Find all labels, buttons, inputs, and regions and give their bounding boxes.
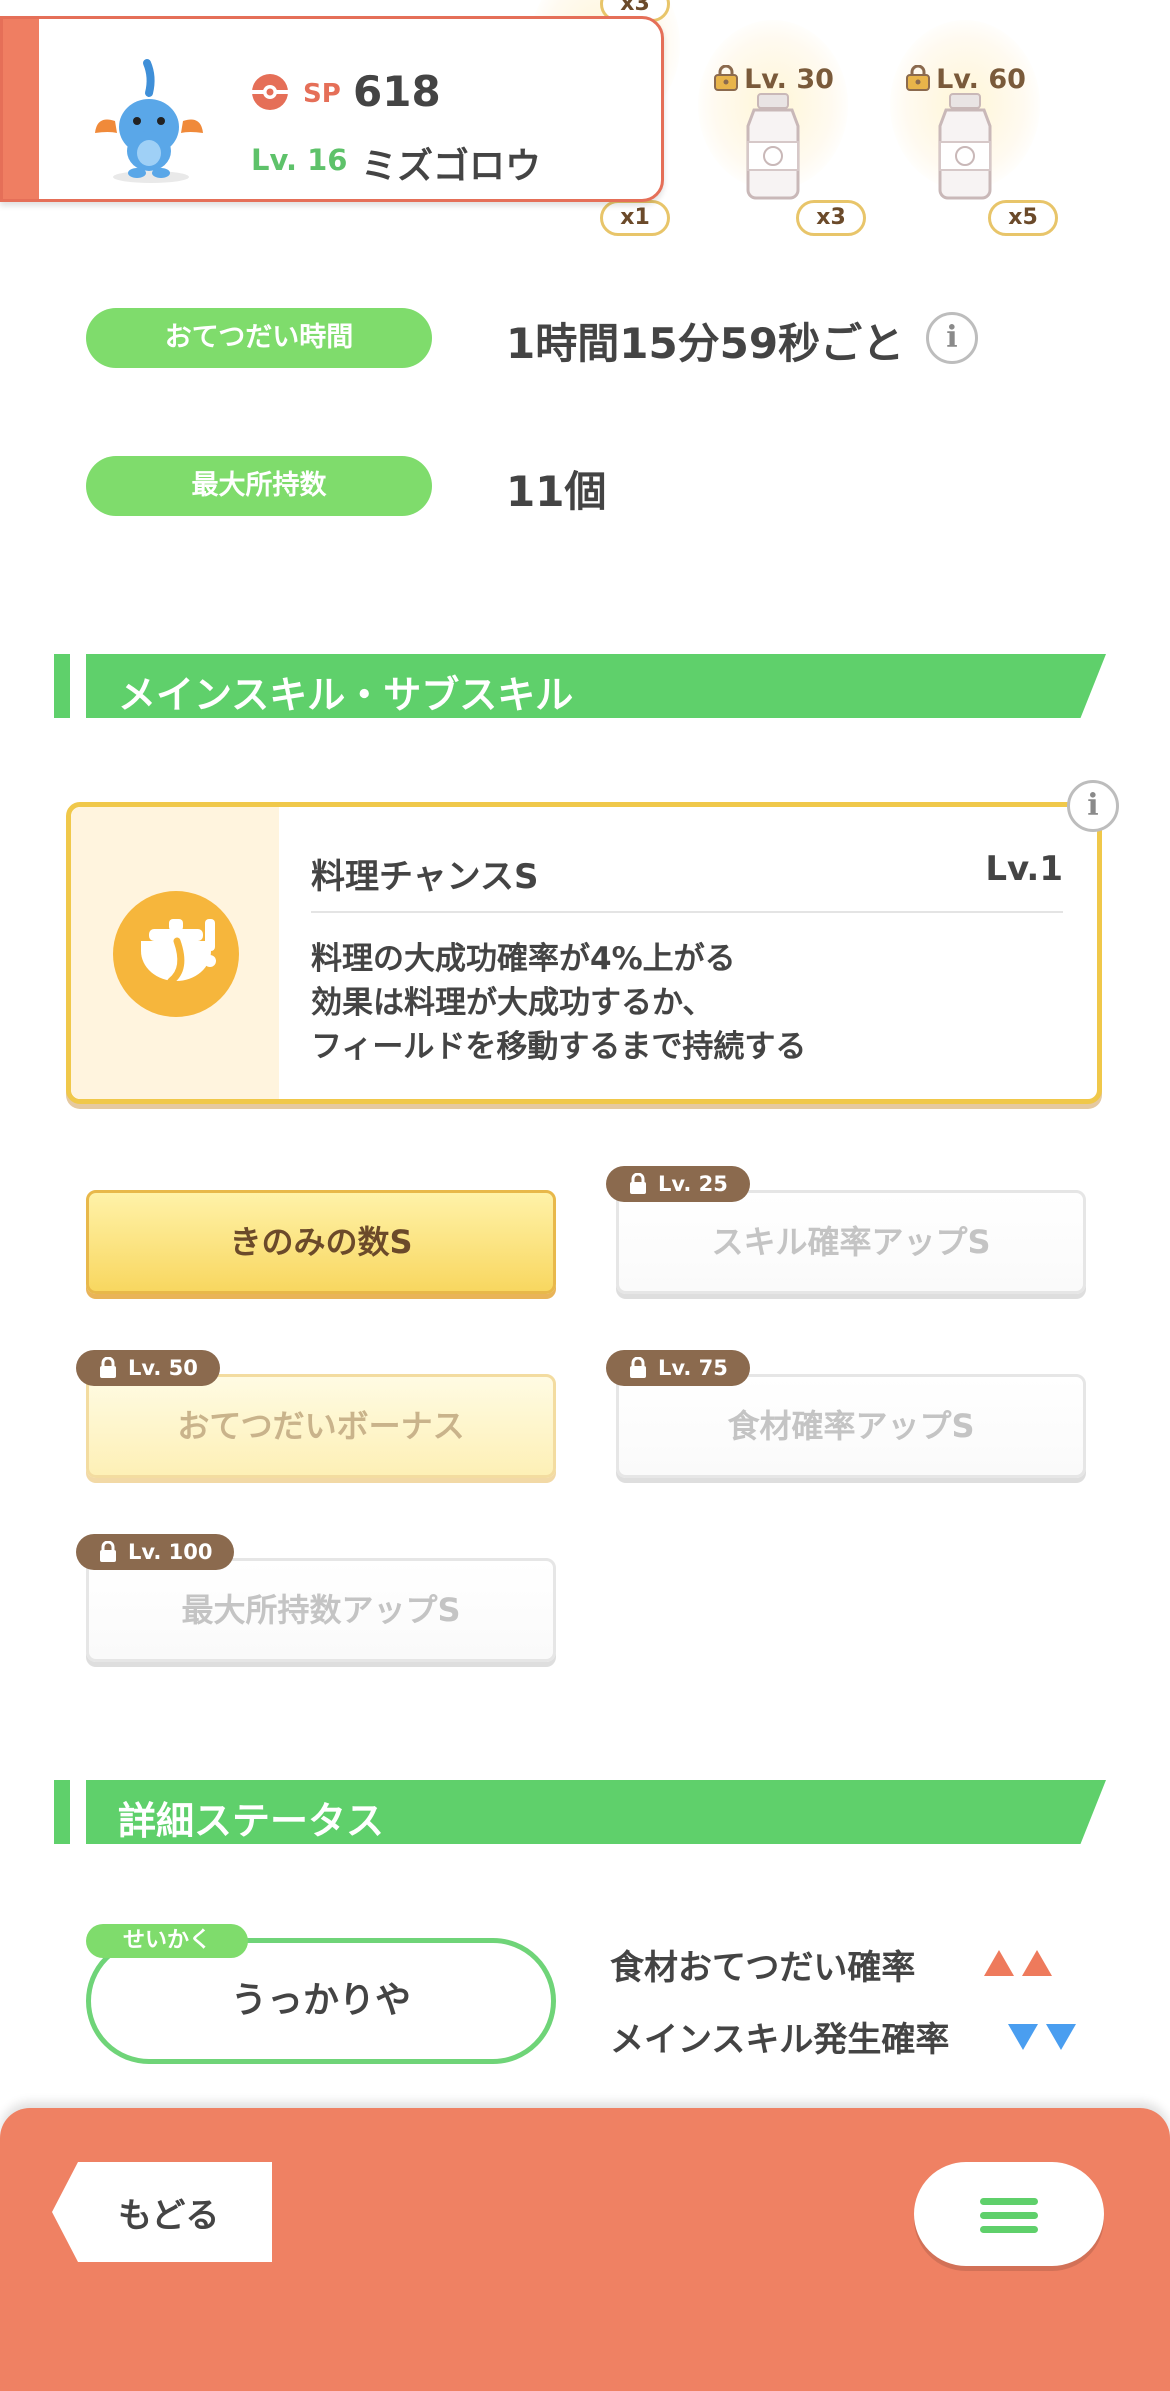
- main-skill-info-icon[interactable]: i: [1067, 780, 1119, 832]
- main-skill-card[interactable]: 料理チャンスS Lv.1 料理の大成功確率が4%上がる 効果は料理が大成功するか…: [66, 802, 1102, 1104]
- cooking-pot-icon: [113, 891, 239, 1017]
- ingredient-count-1: x1: [600, 200, 670, 236]
- ingredient-slot-2[interactable]: Lv. 30: [698, 0, 848, 210]
- skills-section-header: メインスキル・サブスキル: [54, 654, 1106, 718]
- description-line: フィールドを移動するまで持続する: [311, 1029, 807, 1065]
- pokemon-avatar: [95, 59, 203, 183]
- menu-button[interactable]: [914, 2162, 1104, 2266]
- details-section-title: 詳細ステータス: [118, 1799, 385, 1843]
- ingredient-lock-level-3: Lv. 60: [890, 64, 1040, 95]
- lock-icon: [630, 1173, 646, 1194]
- lock-icon: [906, 65, 931, 91]
- down-arrow-icon: [1008, 2024, 1038, 2050]
- main-skill-description: 料理の大成功確率が4%上がる 効果は料理が大成功するか、 フィールドを移動するま…: [311, 937, 806, 1069]
- lock-icon: [100, 1357, 116, 1378]
- pokemon-header-card: SP 618 Lv. 16 ミズゴロウ: [0, 16, 664, 202]
- description-line: 料理の大成功確率が4%上がる: [311, 941, 736, 977]
- lock-level-text: Lv. 60: [936, 64, 1026, 95]
- subskill-lock-badge: Lv. 75: [606, 1350, 750, 1386]
- back-button-label: もどる: [118, 2196, 220, 2236]
- lock-badge-level: Lv. 50: [128, 1356, 198, 1380]
- subskill-ingredient-finder[interactable]: 食材確率アップS: [616, 1374, 1086, 1478]
- moomoo-milk-icon: [746, 93, 800, 200]
- details-section-header: 詳細ステータス: [54, 1780, 1106, 1844]
- max-carry-value: 11個: [506, 467, 607, 516]
- lock-badge-level: Lv. 100: [128, 1540, 213, 1564]
- subskill-lock-badge: Lv. 100: [76, 1534, 235, 1570]
- max-carry-label: 最大所持数: [86, 456, 432, 516]
- lock-icon: [630, 1357, 646, 1378]
- main-skill-level: Lv.1: [985, 849, 1063, 889]
- ingredient-lock-level-2: Lv. 30: [698, 64, 848, 95]
- pokemon-detail-screen: x3 x1 Lv. 30 x3 Lv. 60 x5 SP 618 Lv. 16 …: [0, 0, 1170, 2391]
- pokeball-icon: [252, 74, 288, 110]
- nature-effect-up-label: 食材おてつだい確率: [610, 1948, 916, 1988]
- header-accent-bar: [3, 19, 39, 199]
- nature-tag: せいかく: [86, 1924, 248, 1958]
- lock-level-text: Lv. 30: [744, 64, 834, 95]
- main-skill-icon-area: [71, 807, 279, 1099]
- section-stub: [54, 654, 70, 718]
- ingredient-count-3: x5: [988, 200, 1058, 236]
- subskill-helping-bonus[interactable]: おてつだいボーナス: [86, 1374, 556, 1478]
- section-stub: [54, 1780, 70, 1844]
- sp-value: 618: [353, 67, 441, 116]
- help-time-value: 1時間15分59秒ごと: [506, 319, 905, 368]
- back-button[interactable]: もどる: [52, 2162, 272, 2262]
- down-arrow-icon: [1046, 2024, 1076, 2050]
- ingredient-slot-3[interactable]: Lv. 60: [890, 0, 1040, 210]
- up-arrow-icon: [984, 1950, 1014, 1976]
- subskill-lock-badge: Lv. 25: [606, 1166, 750, 1202]
- lock-badge-level: Lv. 25: [658, 1172, 728, 1196]
- ingredient-count-2: x3: [796, 200, 866, 236]
- info-icon[interactable]: i: [926, 312, 978, 364]
- sp-label: SP: [303, 79, 341, 109]
- main-skill-name: 料理チャンスS: [311, 857, 539, 897]
- lock-badge-level: Lv. 75: [658, 1356, 728, 1380]
- description-line: 効果は料理が大成功するか、: [311, 985, 714, 1021]
- pokemon-level: Lv. 16: [251, 143, 348, 177]
- lock-icon: [100, 1541, 116, 1562]
- nature-effect-down-label: メインスキル発生確率: [610, 2020, 950, 2060]
- up-arrow-icon: [1022, 1950, 1052, 1976]
- pokemon-name: ミズゴロウ: [361, 146, 542, 187]
- subskill-lock-badge: Lv. 50: [76, 1350, 220, 1386]
- subskill-inventory-up[interactable]: 最大所持数アップS: [86, 1558, 556, 1662]
- help-time-label: おてつだい時間: [86, 308, 432, 368]
- moomoo-milk-icon: [938, 93, 992, 200]
- skills-section-title: メインスキル・サブスキル: [118, 673, 574, 717]
- divider: [311, 911, 1063, 913]
- subskill-berry-finding[interactable]: きのみの数S: [86, 1190, 556, 1294]
- lock-icon: [714, 65, 739, 91]
- subskill-skill-trigger[interactable]: スキル確率アップS: [616, 1190, 1086, 1294]
